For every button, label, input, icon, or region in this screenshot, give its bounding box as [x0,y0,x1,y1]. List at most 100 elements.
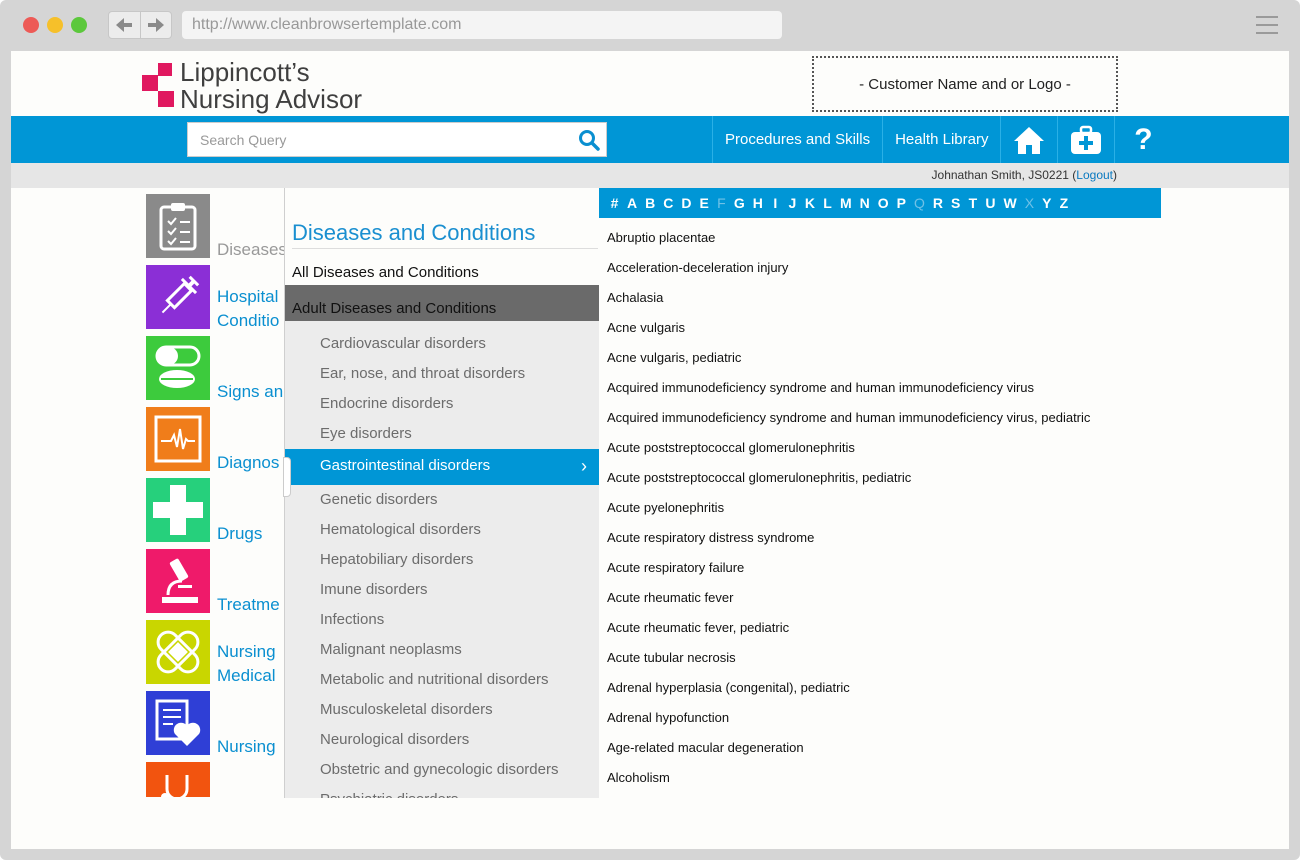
search-icon[interactable] [578,129,600,151]
subcategory-item[interactable]: Hepatobiliary disorders [285,545,599,575]
logo-line-2: Nursing Advisor [180,84,363,114]
minimize-window-button[interactable] [47,17,63,33]
condition-link[interactable]: Acute rheumatic fever [607,583,1167,613]
subcategory-item[interactable]: Cardiovascular disorders [285,329,599,359]
home-button[interactable] [1000,116,1057,163]
subcategory-item[interactable]: Eye disorders [285,419,599,449]
subcategory-item[interactable]: Hematological disorders [285,515,599,545]
condition-link[interactable]: Achalasia [607,283,1167,313]
alphabet-letter[interactable]: Z [1059,195,1069,211]
condition-link[interactable]: Acute poststreptococcal glomerulonephrit… [607,433,1167,463]
alphabet-letter[interactable]: P [897,195,906,211]
alphabet-letter[interactable]: B [645,195,655,211]
condition-link[interactable]: Adrenal hypofunction [607,703,1167,733]
subcategory-item[interactable]: Infections [285,605,599,635]
subcategory-item[interactable]: Metabolic and nutritional disorders [285,665,599,695]
condition-link[interactable]: Acquired immunodeficiency syndrome and h… [607,373,1167,403]
alphabet-letter[interactable]: H [753,195,763,211]
tile-diagnostics[interactable] [146,407,210,471]
help-button[interactable]: ? [1114,116,1171,163]
first-aid-button[interactable] [1057,116,1114,163]
tile-nursing-medical[interactable] [146,620,210,684]
condition-link[interactable]: Alcoholism [607,763,1167,793]
subcategory-item[interactable]: Gastrointestinal disorders › [285,449,599,485]
alphabet-letter[interactable]: # [610,195,619,211]
adult-diseases-header[interactable]: Adult Diseases and Conditions [285,285,599,321]
logout-link[interactable]: Logout [1076,168,1113,182]
alphabet-letter[interactable]: W [1004,195,1017,211]
tile-stethoscope[interactable] [146,762,210,797]
alphabet-letter[interactable]: M [840,195,852,211]
condition-link[interactable]: Acute tubular necrosis [607,643,1167,673]
panel-resize-handle[interactable] [283,457,291,497]
tile-label-nursing-medical[interactable]: Nursing Medical [217,640,276,688]
chevron-right-icon: › [581,456,587,476]
close-window-button[interactable] [23,17,39,33]
tile-drugs[interactable] [146,478,210,542]
alphabet-letter[interactable]: L [823,195,832,211]
tile-treatments[interactable] [146,549,210,613]
subcategory-item[interactable]: Musculoskeletal disorders [285,695,599,725]
forward-button[interactable] [141,12,172,38]
alphabet-letter[interactable]: E [700,195,709,211]
tile-label-signs-and-symptoms[interactable]: Signs an [217,380,283,404]
alphabet-letter: Q [914,195,925,211]
condition-link[interactable]: Acceleration-deceleration injury [607,253,1167,283]
condition-link[interactable]: Abruptio placentae [607,223,1167,253]
condition-link[interactable]: Acute poststreptococcal glomerulonephrit… [607,463,1167,493]
subcategory-item[interactable]: Endocrine disorders [285,389,599,419]
alphabet-letter[interactable]: R [933,195,943,211]
condition-link[interactable]: Acute pyelonephritis [607,493,1167,523]
alphabet-letter[interactable]: A [627,195,637,211]
condition-link[interactable]: Acquired immunodeficiency syndrome and h… [607,403,1167,433]
page-viewport: Lippincott’s Nursing Advisor - Customer … [11,51,1289,849]
alphabet-letter[interactable]: I [771,195,780,211]
alphabet-letter[interactable]: D [681,195,691,211]
tile-label-nursing[interactable]: Nursing [217,735,276,759]
tile-signs-and-symptoms[interactable] [146,336,210,400]
subcategory-item[interactable]: Malignant neoplasms [285,635,599,665]
condition-link[interactable]: Acute rheumatic fever, pediatric [607,613,1167,643]
condition-link[interactable]: Adrenal hyperplasia (congenital), pediat… [607,673,1167,703]
tile-label-treatments[interactable]: Treatme [217,593,280,617]
tile-hospital-conditions[interactable] [146,265,210,329]
nav-health-library[interactable]: Health Library [882,116,1000,163]
nav-procedures-and-skills[interactable]: Procedures and Skills [712,116,882,163]
tile-label-line-2: Medical [217,666,276,685]
alphabet-letter[interactable]: K [805,195,815,211]
search-input[interactable] [188,123,558,156]
stethoscope-icon [161,775,189,797]
alphabet-letter[interactable]: J [788,195,797,211]
back-arrow-icon [116,18,133,32]
all-diseases-link[interactable]: All Diseases and Conditions [292,264,479,281]
condition-link[interactable]: Acne vulgaris, pediatric [607,343,1167,373]
tile-label-diagnostics[interactable]: Diagnos [217,451,279,475]
tile-label-drugs[interactable]: Drugs [217,522,262,546]
condition-link[interactable]: Acute respiratory failure [607,553,1167,583]
address-bar[interactable]: http://www.cleanbrowsertemplate.com [182,11,782,39]
tile-label-diseases[interactable]: Diseases [217,238,286,262]
maximize-window-button[interactable] [71,17,87,33]
alphabet-letter[interactable]: T [968,195,978,211]
alphabet-letter[interactable]: N [860,195,870,211]
menu-icon[interactable] [1256,16,1278,40]
condition-link[interactable]: Acne vulgaris [607,313,1167,343]
subcategory-item[interactable]: Imune disorders [285,575,599,605]
subcategory-item[interactable]: Ear, nose, and throat disorders [285,359,599,389]
back-button[interactable] [109,12,141,38]
alphabet-letter[interactable]: Y [1042,195,1051,211]
condition-link[interactable]: Acute respiratory distress syndrome [607,523,1167,553]
alphabet-letter[interactable]: U [985,195,995,211]
alphabet-letter[interactable]: S [951,195,960,211]
alphabet-letter[interactable]: O [878,195,889,211]
subcategory-item[interactable]: Neurological disorders [285,725,599,755]
alphabet-letter[interactable]: G [734,195,745,211]
subcategory-item[interactable]: Psychiatric disorders [285,785,599,798]
subcategory-item[interactable]: Obstetric and gynecologic disorders [285,755,599,785]
tile-nursing[interactable] [146,691,210,755]
alphabet-letter[interactable]: C [663,195,673,211]
tile-label-hospital-conditions[interactable]: Hospital Conditio [217,285,279,333]
condition-link[interactable]: Age-related macular degeneration [607,733,1167,763]
subcategory-item[interactable]: Genetic disorders [285,485,599,515]
tile-diseases[interactable] [146,194,210,258]
